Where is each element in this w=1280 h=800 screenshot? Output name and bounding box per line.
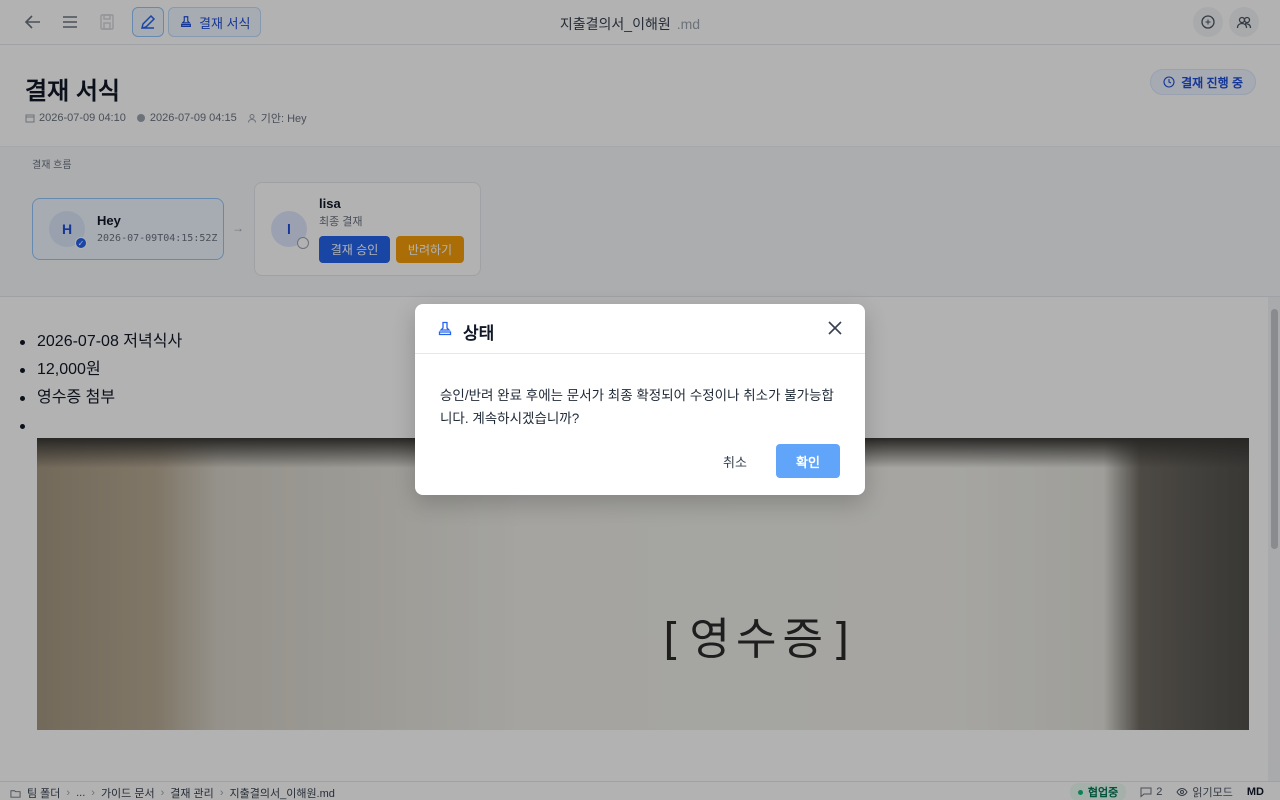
- dialog-title: 상태: [463, 324, 495, 343]
- close-icon[interactable]: [827, 320, 843, 336]
- cancel-button[interactable]: 취소: [710, 444, 760, 478]
- confirm-button[interactable]: 확인: [776, 444, 840, 478]
- confirm-dialog: 상태 승인/반려 완료 후에는 문서가 최종 확정되어 수정이나 취소가 불가능…: [415, 304, 865, 495]
- dialog-message: 승인/반려 완료 후에는 문서가 최종 확정되어 수정이나 취소가 불가능합니다…: [440, 388, 834, 426]
- dialog-header: 상태: [415, 304, 865, 354]
- stamp-icon: [438, 321, 452, 336]
